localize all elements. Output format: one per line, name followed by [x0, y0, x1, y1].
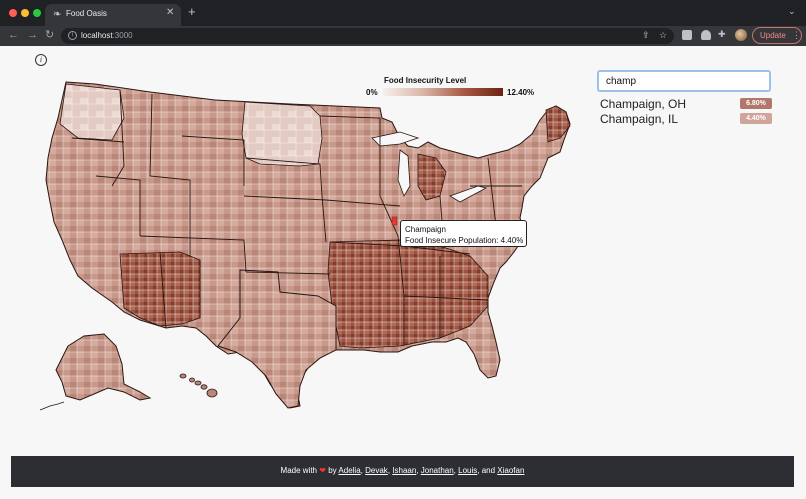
pacific-northwest: [59, 83, 125, 141]
and-text: and: [481, 466, 496, 475]
site-info-icon[interactable]: i: [68, 31, 77, 40]
leaf-icon: ❧: [53, 9, 62, 20]
hawaii[interactable]: [179, 373, 218, 398]
made-with-text: Made with: [280, 466, 318, 475]
selected-county-champaign[interactable]: [391, 216, 398, 226]
tooltip-value: Food Insecure Population: 4.40%: [405, 236, 524, 245]
back-icon[interactable]: ←: [8, 28, 19, 42]
close-window-button[interactable]: [9, 9, 17, 17]
tooltip-county-name: Champaign: [405, 225, 446, 234]
tab-title: Food Oasis: [66, 9, 107, 18]
county-search-input[interactable]: [597, 70, 771, 92]
county-tooltip: Champaign Food Insecure Population: 4.40…: [400, 220, 527, 247]
alaska-islands: [39, 401, 65, 411]
result-name: Champaign, IL: [600, 112, 679, 126]
tab-search-icon[interactable]: ⌄: [788, 6, 796, 17]
minimize-window-button[interactable]: [21, 9, 29, 17]
author-link[interactable]: Adelia: [338, 466, 360, 475]
update-button[interactable]: Update ⋮: [752, 27, 802, 44]
legend-title: Food Insecurity Level: [384, 76, 467, 85]
northern-plains: [241, 101, 323, 167]
avatar[interactable]: [735, 29, 747, 41]
author-link[interactable]: Xiaofan: [497, 466, 524, 475]
alaska[interactable]: [55, 333, 152, 401]
result-name: Champaign, OH: [600, 97, 687, 111]
more-icon: ⋮: [792, 30, 801, 40]
legend-max-label: 12.40%: [507, 88, 535, 97]
search-result-item[interactable]: Champaign, OH 6.80%: [600, 97, 772, 111]
page-content: i Food Insecurity Level 0% 12.40% champ …: [0, 46, 806, 499]
result-value-badge: 4.40%: [740, 113, 772, 124]
heart-icon: ❤: [319, 466, 326, 475]
maine-region: [545, 105, 571, 143]
puzzle-icon[interactable]: ✚: [718, 29, 726, 40]
legend-min-label: 0%: [366, 88, 378, 97]
url-text: localhost:3000: [81, 31, 133, 40]
by-text: by: [328, 466, 337, 475]
share-icon[interactable]: ⇪: [642, 30, 650, 41]
update-label: Update: [760, 31, 786, 40]
close-icon[interactable]: ✕: [166, 7, 174, 18]
browser-tab[interactable]: ❧ Food Oasis ✕: [45, 4, 181, 26]
new-tab-button[interactable]: +: [188, 5, 196, 19]
shield-extension-icon[interactable]: [701, 30, 711, 40]
extension-icon[interactable]: [682, 30, 692, 40]
address-bar[interactable]: i localhost:3000 ⇪ ☆: [61, 28, 674, 44]
bookmark-star-icon[interactable]: ☆: [659, 30, 667, 41]
legend-color-scale: [383, 88, 503, 96]
author-link[interactable]: Jonathan: [421, 466, 454, 475]
browser-tab-strip: ❧ Food Oasis ✕ + ⌄: [0, 0, 806, 26]
footer: Made with ❤ by Adelia, Devak, Ishaan, Jo…: [11, 456, 794, 487]
reload-icon[interactable]: ↻: [45, 28, 54, 42]
result-value-badge: 6.80%: [740, 98, 772, 109]
author-link[interactable]: Ishaan: [392, 466, 416, 475]
search-result-item[interactable]: Champaign, IL 4.40%: [600, 112, 772, 126]
author-link[interactable]: Louis: [458, 466, 477, 475]
forward-icon[interactable]: →: [27, 28, 38, 42]
browser-toolbar: ← → ↻ i localhost:3000 ⇪ ☆ ✚ Update ⋮: [0, 26, 806, 46]
maximize-window-button[interactable]: [33, 9, 41, 17]
author-link[interactable]: Devak: [365, 466, 388, 475]
footer-credits: Made with ❤ by Adelia, Devak, Ishaan, Jo…: [280, 466, 525, 475]
